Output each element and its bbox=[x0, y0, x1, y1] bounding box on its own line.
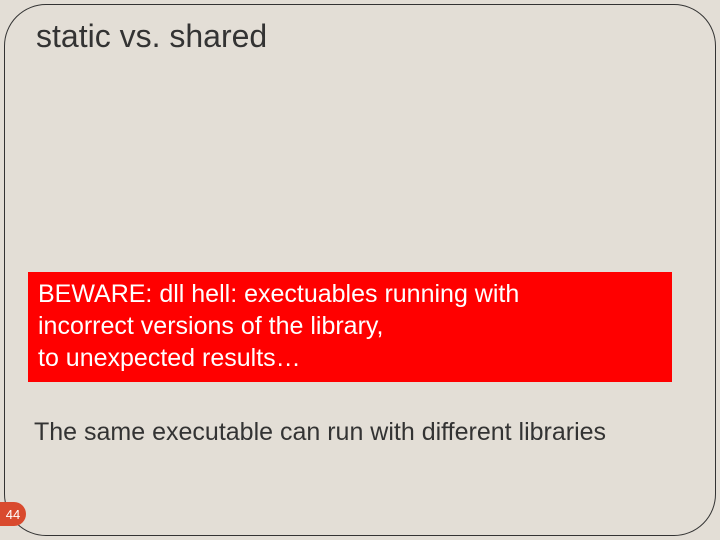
warning-callout: BEWARE: dll hell: exectuables running wi… bbox=[28, 272, 672, 382]
page-number: 44 bbox=[6, 507, 20, 522]
slide-frame bbox=[4, 4, 716, 536]
warning-line-2: incorrect versions of the library, bbox=[38, 310, 662, 342]
slide-title: static vs. shared bbox=[36, 18, 267, 55]
warning-line-1: BEWARE: dll hell: exectuables running wi… bbox=[38, 278, 662, 310]
page-number-badge: 44 bbox=[0, 502, 26, 526]
body-text: The same executable can run with differe… bbox=[34, 418, 606, 447]
warning-line-3: to unexpected results… bbox=[38, 342, 662, 374]
